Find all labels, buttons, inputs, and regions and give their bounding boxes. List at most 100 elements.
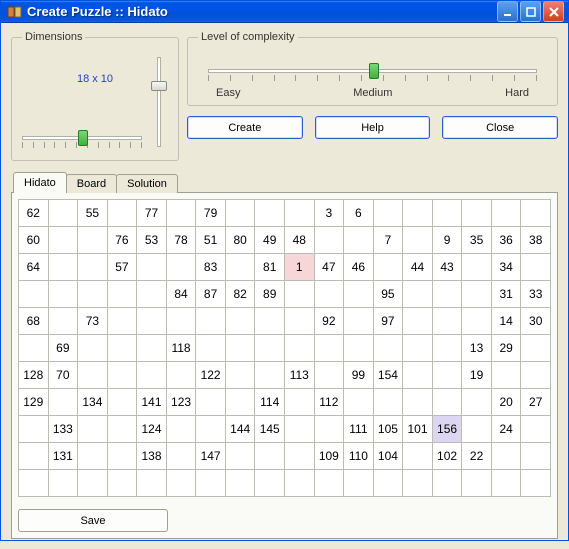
- grid-cell[interactable]: [108, 281, 138, 308]
- grid-cell[interactable]: [462, 470, 492, 497]
- grid-cell[interactable]: 34: [492, 254, 522, 281]
- grid-cell[interactable]: [78, 254, 108, 281]
- grid-cell[interactable]: [403, 200, 433, 227]
- grid-cell[interactable]: 89: [255, 281, 285, 308]
- grid-cell[interactable]: [403, 362, 433, 389]
- grid-cell[interactable]: 47: [315, 254, 345, 281]
- grid-cell[interactable]: [49, 470, 79, 497]
- grid-cell[interactable]: 82: [226, 281, 256, 308]
- grid-cell[interactable]: [344, 389, 374, 416]
- grid-cell[interactable]: [167, 443, 197, 470]
- grid-cell[interactable]: [315, 281, 345, 308]
- grid-cell[interactable]: [315, 416, 345, 443]
- grid-cell[interactable]: 57: [108, 254, 138, 281]
- grid-cell[interactable]: [344, 281, 374, 308]
- grid-cell[interactable]: [492, 470, 522, 497]
- grid-cell[interactable]: 29: [492, 335, 522, 362]
- complexity-slider[interactable]: [208, 61, 537, 83]
- grid-cell[interactable]: 110: [344, 443, 374, 470]
- grid-cell[interactable]: [521, 254, 551, 281]
- grid-cell[interactable]: 68: [19, 308, 49, 335]
- grid-cell[interactable]: [344, 308, 374, 335]
- grid-cell[interactable]: [137, 335, 167, 362]
- grid-cell[interactable]: [315, 362, 345, 389]
- grid-cell[interactable]: 118: [167, 335, 197, 362]
- grid-cell[interactable]: [137, 308, 167, 335]
- grid-cell[interactable]: [108, 362, 138, 389]
- grid-cell[interactable]: 33: [521, 281, 551, 308]
- grid-cell[interactable]: 27: [521, 389, 551, 416]
- grid-cell[interactable]: [344, 227, 374, 254]
- grid-cell[interactable]: [255, 335, 285, 362]
- grid-cell[interactable]: [492, 362, 522, 389]
- grid-cell[interactable]: [403, 335, 433, 362]
- grid-cell[interactable]: [344, 470, 374, 497]
- grid-cell[interactable]: [78, 416, 108, 443]
- grid-cell[interactable]: 31: [492, 281, 522, 308]
- grid-cell[interactable]: [108, 389, 138, 416]
- grid-cell[interactable]: 147: [196, 443, 226, 470]
- grid-cell[interactable]: [374, 470, 404, 497]
- grid-cell[interactable]: 112: [315, 389, 345, 416]
- grid-cell[interactable]: [255, 308, 285, 335]
- grid-cell[interactable]: 49: [255, 227, 285, 254]
- grid-cell[interactable]: [315, 470, 345, 497]
- grid-cell[interactable]: 129: [19, 389, 49, 416]
- grid-cell[interactable]: 84: [167, 281, 197, 308]
- grid-cell[interactable]: [433, 281, 463, 308]
- grid-cell[interactable]: [78, 470, 108, 497]
- grid-cell[interactable]: 14: [492, 308, 522, 335]
- grid-cell[interactable]: 19: [462, 362, 492, 389]
- grid-cell[interactable]: 9: [433, 227, 463, 254]
- grid-cell[interactable]: [78, 443, 108, 470]
- grid-cell[interactable]: 81: [255, 254, 285, 281]
- grid-cell[interactable]: [403, 227, 433, 254]
- grid-cell[interactable]: 44: [403, 254, 433, 281]
- grid-cell[interactable]: [108, 335, 138, 362]
- close-button[interactable]: [543, 1, 564, 22]
- grid-cell[interactable]: 113: [285, 362, 315, 389]
- grid-cell[interactable]: [403, 389, 433, 416]
- grid-cell[interactable]: [137, 254, 167, 281]
- grid-cell[interactable]: [403, 470, 433, 497]
- grid-cell[interactable]: 122: [196, 362, 226, 389]
- grid-cell[interactable]: [285, 443, 315, 470]
- grid-cell[interactable]: 73: [78, 308, 108, 335]
- grid-cell[interactable]: [462, 389, 492, 416]
- grid-cell[interactable]: [462, 308, 492, 335]
- grid-cell[interactable]: [167, 470, 197, 497]
- grid-cell[interactable]: [374, 389, 404, 416]
- grid-cell[interactable]: 64: [19, 254, 49, 281]
- grid-cell[interactable]: [433, 335, 463, 362]
- grid-cell[interactable]: [462, 254, 492, 281]
- grid-cell[interactable]: 80: [226, 227, 256, 254]
- grid-cell[interactable]: 35: [462, 227, 492, 254]
- help-button[interactable]: Help: [315, 116, 431, 139]
- grid-cell[interactable]: 123: [167, 389, 197, 416]
- grid-cell[interactable]: 104: [374, 443, 404, 470]
- grid-cell[interactable]: [285, 416, 315, 443]
- grid-cell[interactable]: [433, 389, 463, 416]
- grid-cell[interactable]: [137, 281, 167, 308]
- grid-cell[interactable]: 141: [137, 389, 167, 416]
- grid-cell[interactable]: 62: [19, 200, 49, 227]
- grid-cell[interactable]: 97: [374, 308, 404, 335]
- grid-cell[interactable]: 144: [226, 416, 256, 443]
- grid-cell[interactable]: 131: [49, 443, 79, 470]
- grid-cell[interactable]: [167, 362, 197, 389]
- grid-cell[interactable]: [167, 416, 197, 443]
- grid-cell[interactable]: [49, 281, 79, 308]
- grid-cell[interactable]: [285, 389, 315, 416]
- tab-solution[interactable]: Solution: [116, 174, 178, 193]
- grid-cell[interactable]: [285, 470, 315, 497]
- tab-hidato[interactable]: Hidato: [13, 172, 67, 193]
- grid-cell[interactable]: [315, 335, 345, 362]
- grid-cell[interactable]: 145: [255, 416, 285, 443]
- grid-cell[interactable]: [255, 443, 285, 470]
- grid-cell[interactable]: 51: [196, 227, 226, 254]
- grid-cell[interactable]: [196, 416, 226, 443]
- create-button[interactable]: Create: [187, 116, 303, 139]
- grid-cell[interactable]: [196, 389, 226, 416]
- grid-cell[interactable]: [108, 308, 138, 335]
- grid-cell[interactable]: [521, 200, 551, 227]
